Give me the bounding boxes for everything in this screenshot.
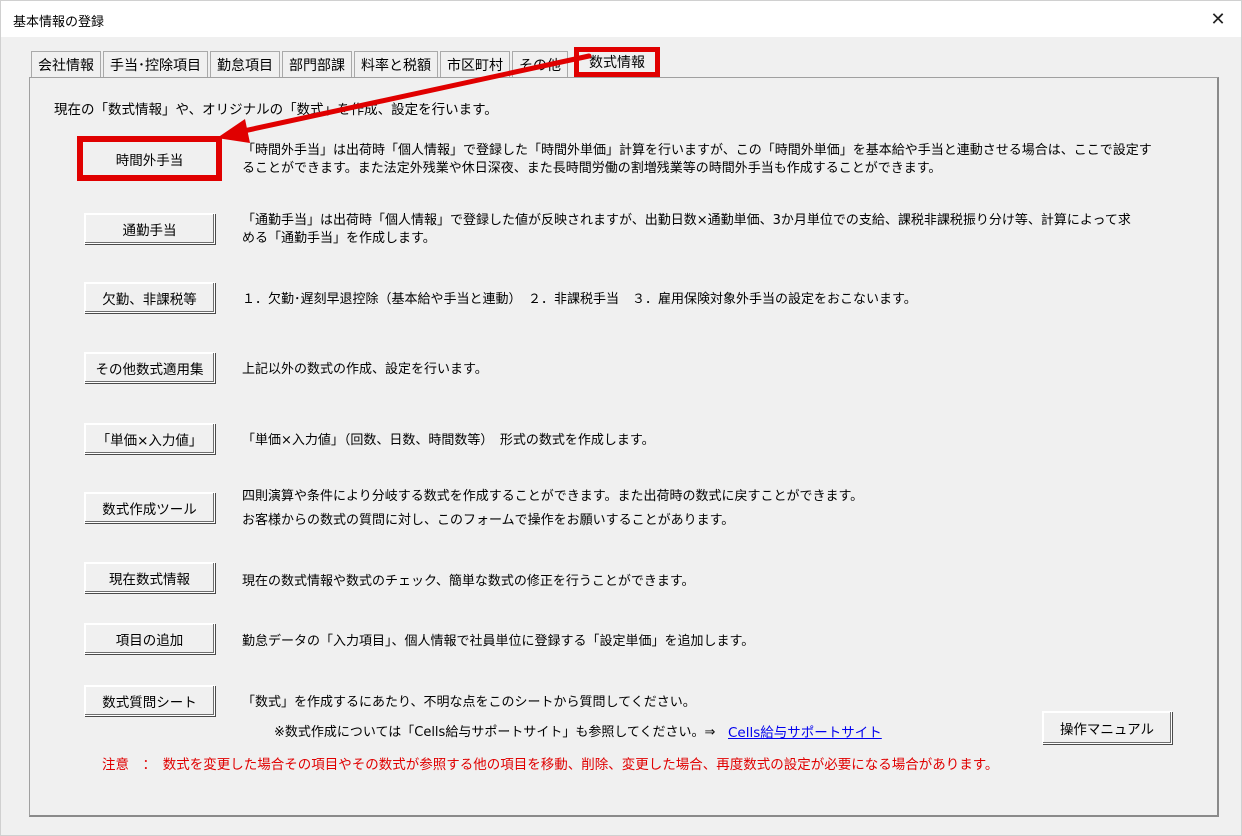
tab-municipalities[interactable]: 市区町村 [440,51,510,77]
tab-allowance-deduction[interactable]: 手当･控除項目 [103,51,208,77]
absence-nontaxable-description: １．欠勤･遅刻早退控除（基本給や手当と連動） ２．非課税手当 ３．雇用保険対象外… [242,292,917,307]
formula-question-sheet-description: 「数式」を作成するにあたり、不明な点をこのシートから質問してください。 [242,695,696,710]
formula-tool-button[interactable]: 数式作成ツール [84,492,215,523]
tab-formula-info[interactable]: 数式情報 [574,47,660,77]
description-line: 四則演算や条件により分岐する数式を作成することができます。また出荷時の数式に戻す… [242,489,864,504]
commute-allowance-description: 「通勤手当」は出荷時「個人情報」で登録した値が反映されますが、出勤日数×通勤単価… [242,212,1172,248]
description-line: ることができます。また法定外残業や休日深夜、また長時間労働の割増残業等の時間外手… [242,161,942,176]
other-formulas-description: 上記以外の数式の作成、設定を行います。 [242,362,488,377]
overtime-allowance-button[interactable]: 時間外手当 [77,136,222,181]
absence-nontaxable-button[interactable]: 欠勤、非課税等 [84,282,215,313]
reference-note: ※数式作成については「Cells給与サポートサイト」も参照してください。⇒ [274,725,716,740]
other-formulas-button[interactable]: その他数式適用集 [84,352,215,383]
overtime-allowance-description: 「時間外手当」は出荷時「個人情報」で登録した「時間外単価」計算を行いますが、この… [242,142,1172,178]
warning-text: 注意 ： 数式を変更した場合その項目やその数式が参照する他の項目を移動、削除、変… [102,757,999,773]
description-line: お客様からの数式の質問に対し、このフォームで操作をお願いすることがあります。 [242,513,735,528]
tab-panel-formula-info: 現在の「数式情報」や、オリジナルの「数式」を作成、設定を行います。 時間外手当 … [29,77,1219,817]
dialog-window: 基本情報の登録 ✕ 会社情報 手当･控除項目 勤怠項目 部門部課 料率と税額 市… [0,0,1242,836]
current-formula-info-description: 現在の数式情報や数式のチェック、簡単な数式の修正を行うことができます。 [242,574,695,589]
tab-other[interactable]: その他 [512,51,568,77]
tab-strip: 会社情報 手当･控除項目 勤怠項目 部門部課 料率と税額 市区町村 その他 数式… [31,47,662,77]
support-site-link[interactable]: Cells給与サポートサイト [728,721,882,741]
tab-rates-taxes[interactable]: 料率と税額 [354,51,438,77]
title-bar: 基本情報の登録 ✕ [1,1,1241,37]
tab-departments[interactable]: 部門部課 [282,51,352,77]
operation-manual-button[interactable]: 操作マニュアル [1042,711,1172,744]
formula-question-sheet-button[interactable]: 数式質問シート [84,685,215,716]
window-title: 基本情報の登録 [13,15,105,30]
current-formula-info-button[interactable]: 現在数式情報 [84,562,215,593]
intro-text: 現在の「数式情報」や、オリジナルの「数式」を作成、設定を行います。 [54,102,498,118]
description-line: 「時間外手当」は出荷時「個人情報」で登録した「時間外単価」計算を行いますが、この… [242,143,1152,158]
add-item-button[interactable]: 項目の追加 [84,623,215,654]
commute-allowance-button[interactable]: 通勤手当 [84,213,215,244]
close-icon[interactable]: ✕ [1195,1,1241,37]
description-line: 「通勤手当」は出荷時「個人情報」で登録した値が反映されますが、出勤日数×通勤単価… [242,213,1131,228]
unit-price-input-button[interactable]: 「単価×入力値」 [84,423,215,454]
description-line: める「通勤手当」を作成します。 [242,231,436,246]
add-item-description: 勤怠データの「入力項目」、個人情報で社員単位に登録する「設定単価」を追加します。 [242,634,755,649]
formula-tool-description: 四則演算や条件により分岐する数式を作成することができます。また出荷時の数式に戻す… [242,485,1172,533]
tab-attendance-items[interactable]: 勤怠項目 [210,51,280,77]
tab-company-info[interactable]: 会社情報 [31,51,101,77]
unit-price-input-description: 「単価×入力値」（回数、日数、時間数等） 形式の数式を作成します。 [242,433,655,448]
